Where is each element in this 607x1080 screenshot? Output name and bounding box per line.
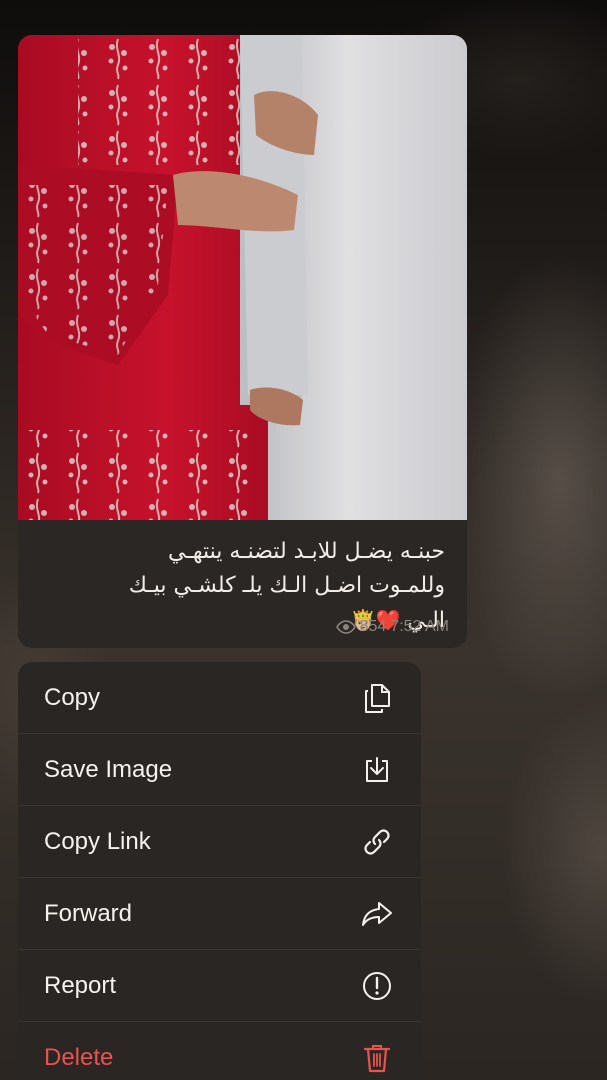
view-count: 854 <box>359 618 387 635</box>
menu-item-label: Copy Link <box>44 827 151 855</box>
couple-photo <box>18 35 467 520</box>
copy-icon <box>361 682 393 714</box>
menu-item-forward[interactable]: Forward <box>18 878 421 950</box>
message-bubble[interactable]: حبنـه يضـل للابـد لتضنـه ينتهـي وللمـوت … <box>18 35 467 648</box>
menu-item-label: Save Image <box>44 755 173 783</box>
caption-line: حبنـه يضـل للابـد لتضنـه ينتهـي <box>168 539 445 564</box>
menu-item-label: Delete <box>44 1044 114 1071</box>
save-image-icon <box>361 754 393 786</box>
context-menu: Copy Save Image Copy Link Forward Report… <box>18 662 421 1080</box>
menu-item-copy[interactable]: Copy <box>18 662 421 734</box>
menu-item-report[interactable]: Report <box>18 950 421 1022</box>
trash-icon <box>361 1042 393 1074</box>
caption-line: وللمـوت اضـل الـك يلـ كلشـي بيـك <box>128 573 445 598</box>
link-icon <box>361 826 393 858</box>
message-photo[interactable] <box>18 35 467 520</box>
menu-item-save-image[interactable]: Save Image <box>18 734 421 806</box>
message-meta: 854 7:52 AM <box>335 618 449 636</box>
forward-icon <box>361 898 393 930</box>
menu-item-copy-link[interactable]: Copy Link <box>18 806 421 878</box>
menu-item-label: Forward <box>44 899 133 927</box>
message-time: 7:52 AM <box>390 618 449 635</box>
eye-icon <box>335 620 356 634</box>
report-icon <box>361 970 393 1002</box>
menu-item-label: Copy <box>44 683 101 711</box>
menu-item-delete[interactable]: Delete <box>18 1022 421 1080</box>
menu-item-label: Report <box>44 971 117 999</box>
